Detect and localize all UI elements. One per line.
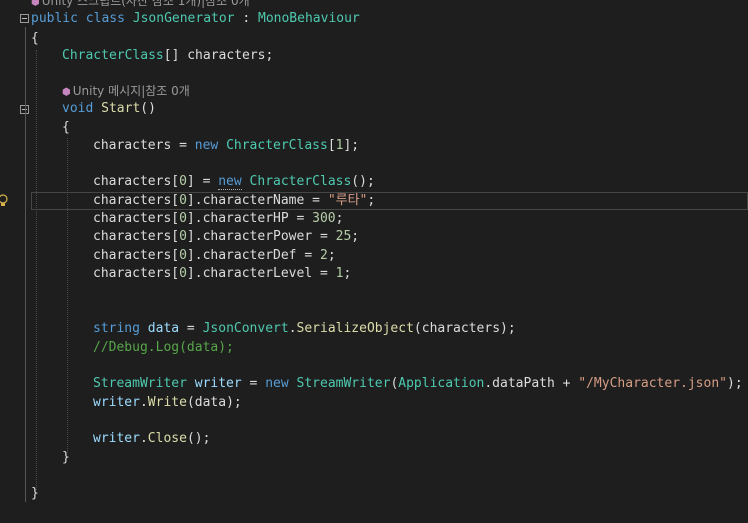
code-line-close: writer.Close();: [93, 431, 211, 446]
code-line-serialize: string data = JsonConvert.SerializeObjec…: [93, 321, 516, 336]
indent-guide-1: [36, 50, 37, 490]
code-line-character-power: characters[0].characterPower = 25;: [93, 229, 360, 244]
collapse-class-toggle[interactable]: [20, 14, 29, 23]
fold-guide-method: [25, 118, 26, 466]
code-line-element-init: characters[0] = new ChracterClass();: [93, 174, 375, 190]
code-line-write: writer.Write(data);: [93, 395, 242, 410]
code-line-class-close-brace: }: [31, 486, 39, 501]
code-editor[interactable]: ⬢ Unity 스크립트(자산 참조 1개)|참조 0개 public class…: [0, 0, 748, 523]
code-line-method-start: void Start(): [62, 101, 156, 116]
code-line-open-brace: {: [31, 31, 39, 46]
unity-icon: ⬢: [62, 87, 71, 98]
code-line-class-declaration: public class JsonGenerator : MonoBehavio…: [31, 11, 360, 26]
code-line-array-init: characters = new ChracterClass[1];: [93, 138, 360, 153]
code-line-character-hp: characters[0].characterHP = 300;: [93, 211, 344, 226]
code-line-field: ChracterClass[] characters;: [62, 48, 274, 63]
code-line-character-name: characters[0].characterName = "루타";: [93, 193, 376, 208]
code-line-character-level: characters[0].characterLevel = 1;: [93, 266, 352, 281]
code-line-method-open-brace: {: [62, 120, 70, 135]
code-line-streamwriter: StreamWriter writer = new StreamWriter(A…: [93, 376, 743, 391]
code-line-method-close-brace: }: [62, 450, 70, 465]
indent-guide-2: [67, 138, 68, 453]
code-line-character-def: characters[0].characterDef = 2;: [93, 248, 336, 263]
code-line-comment: //Debug.Log(data);: [93, 340, 234, 355]
codelens-method-references[interactable]: ⬢ Unity 메시지|참조 0개: [62, 82, 190, 100]
unity-icon: ⬢: [31, 0, 40, 8]
codelens-class-references[interactable]: ⬢ Unity 스크립트(자산 참조 1개)|참조 0개: [31, 0, 250, 10]
lightbulb-icon[interactable]: [0, 194, 10, 208]
